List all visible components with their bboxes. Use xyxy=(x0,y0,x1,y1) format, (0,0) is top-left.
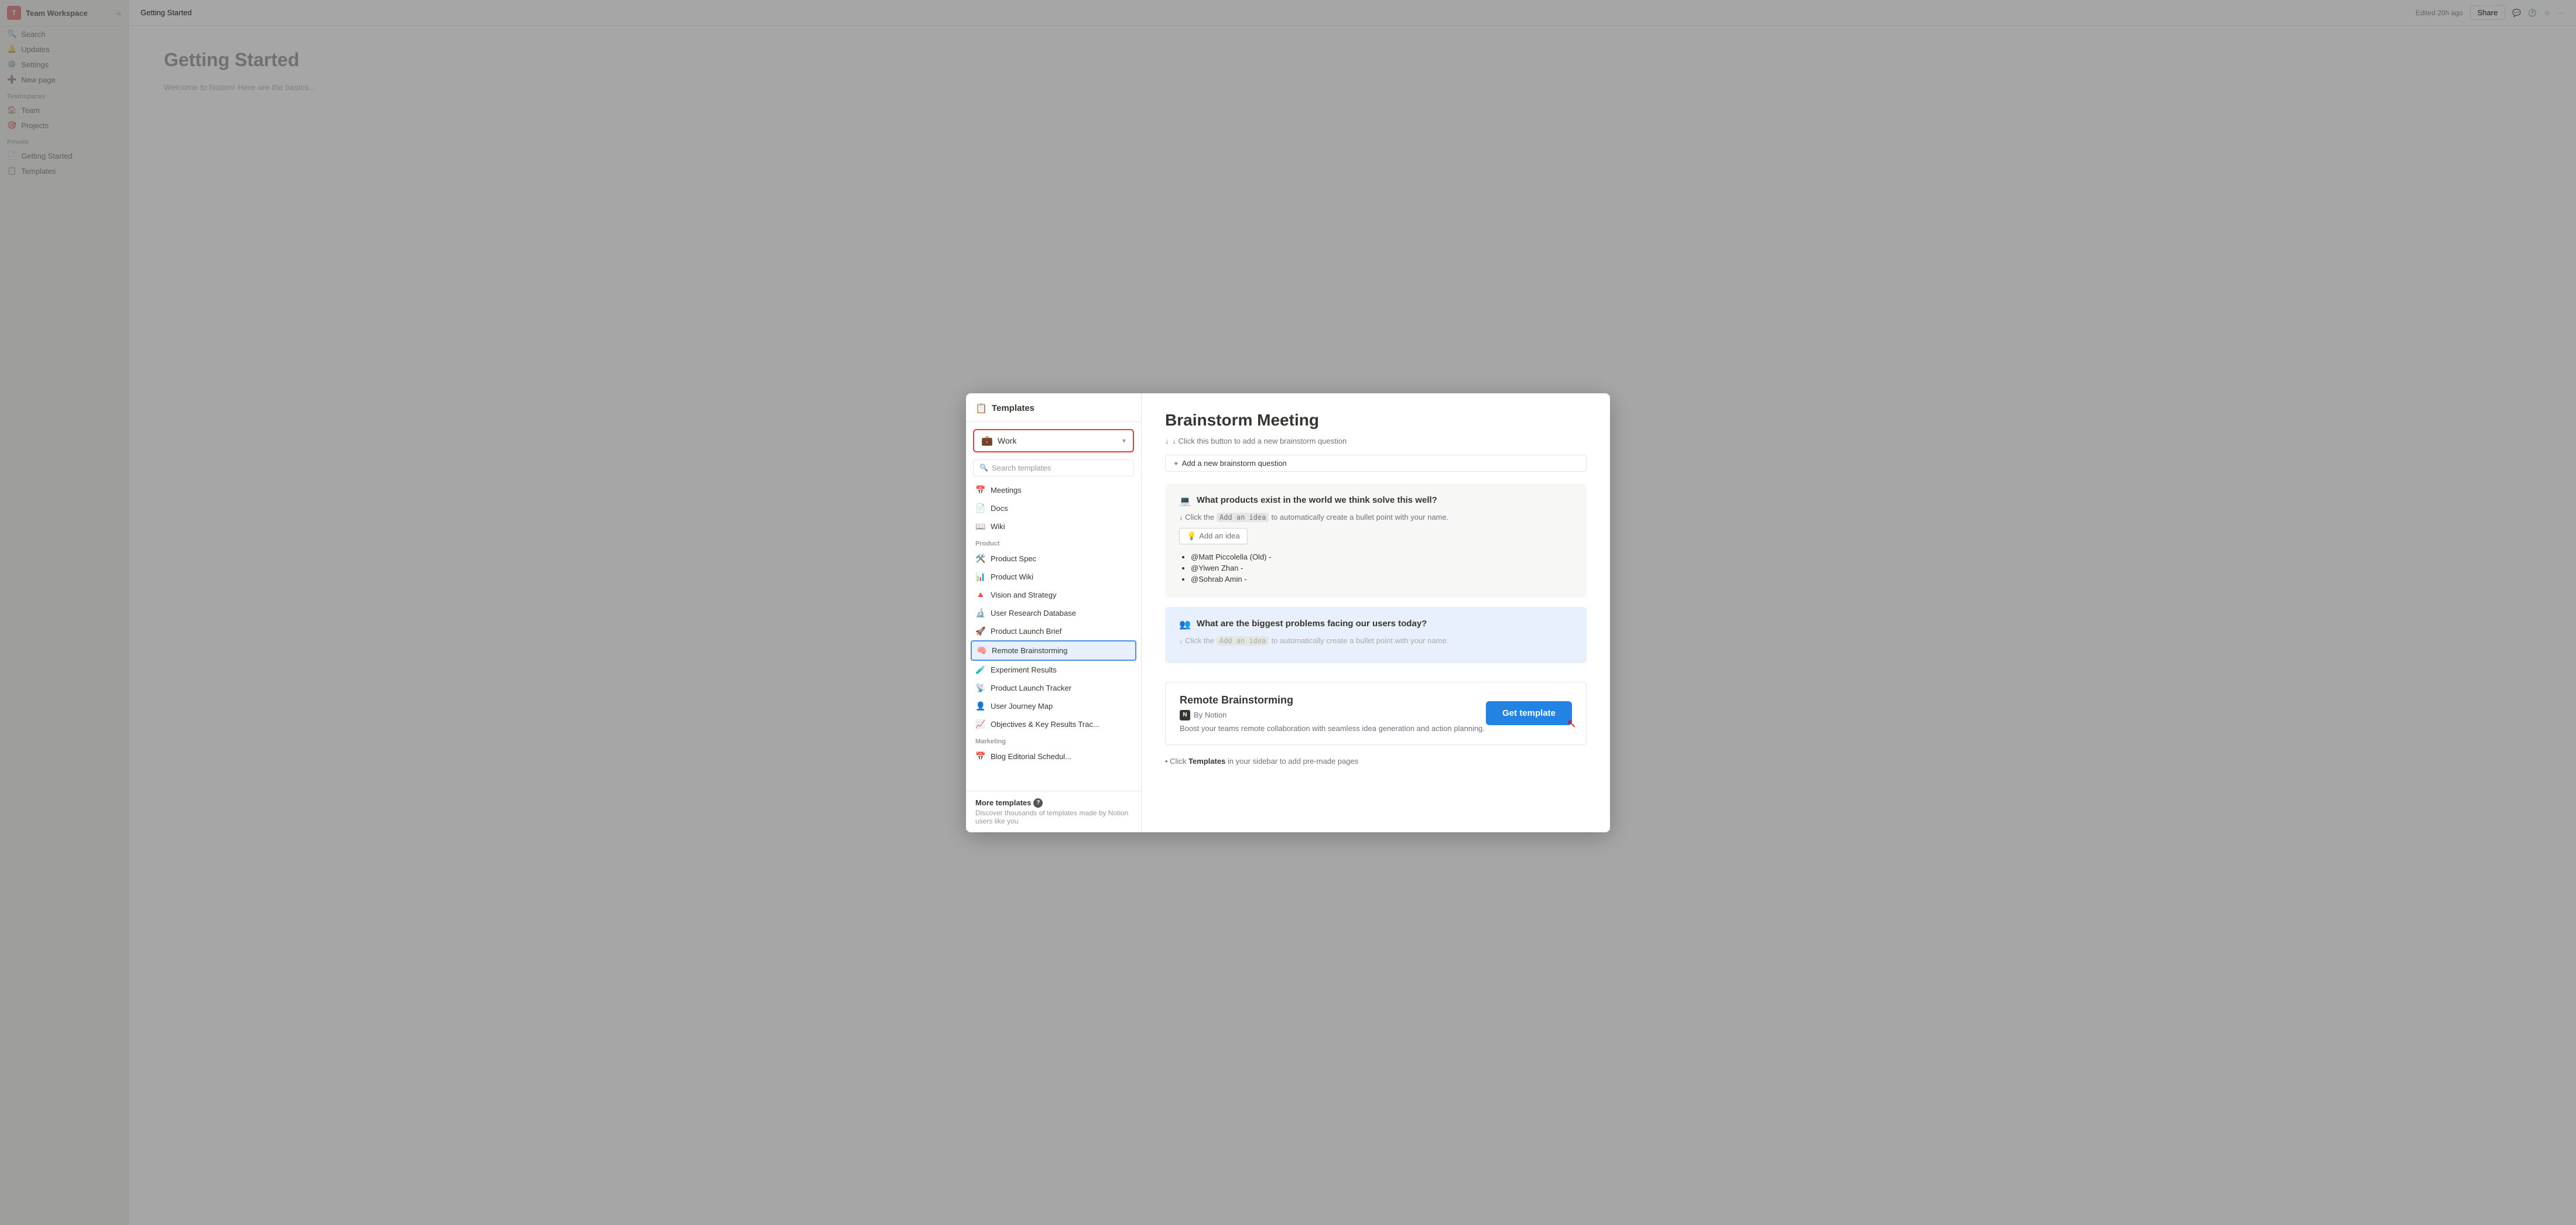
user-research-icon: 🔬 xyxy=(975,608,986,618)
work-icon: 💼 xyxy=(981,435,993,447)
template-info-name: Remote Brainstorming xyxy=(1180,694,1485,706)
search-icon: 🔍 xyxy=(979,464,988,472)
work-label: Work xyxy=(998,436,1118,445)
question-1-text: What products exist in the world we thin… xyxy=(1197,495,1573,505)
templates-modal: 📋 Templates 💼 Work ▾ 🔍 Search templates … xyxy=(966,393,1610,832)
template-info-left: Remote Brainstorming N By Notion Boost y… xyxy=(1180,694,1485,733)
bullet-list-1: @Matt Piccolella (Old) - @Yiwen Zhan - @… xyxy=(1179,553,1573,584)
product-category-label: Product xyxy=(971,536,1136,550)
user-journey-icon: 👤 xyxy=(975,701,986,711)
template-by: N By Notion xyxy=(1180,710,1485,720)
add-idea-code: Add an idea xyxy=(1217,513,1269,522)
template-item-docs[interactable]: 📄 Docs xyxy=(971,499,1136,517)
template-item-product-wiki[interactable]: 📊 Product Wiki xyxy=(971,568,1136,586)
meetings-icon: 📅 xyxy=(975,485,986,495)
question-1-header: 💻 What products exist in the world we th… xyxy=(1179,495,1573,507)
add-idea-button-1[interactable]: 💡 Add an idea xyxy=(1179,528,1248,544)
templates-sidebar: 📋 Templates 💼 Work ▾ 🔍 Search templates … xyxy=(966,393,1142,832)
notion-logo: N xyxy=(1180,710,1190,720)
template-item-label: Product Wiki xyxy=(991,572,1033,581)
blog-icon: 📅 xyxy=(975,752,986,761)
question-1-icon: 💻 xyxy=(1179,495,1191,507)
template-item-meetings[interactable]: 📅 Meetings xyxy=(971,481,1136,499)
product-wiki-icon: 📊 xyxy=(975,572,986,582)
question-1-instruction: ↓ Click the Add an idea to automatically… xyxy=(1179,513,1573,522)
template-item-user-journey[interactable]: 👤 User Journey Map xyxy=(971,697,1136,715)
template-search[interactable]: 🔍 Search templates xyxy=(973,459,1134,476)
brainstorming-icon: 🧠 xyxy=(977,646,987,656)
preview-title: Brainstorm Meeting xyxy=(1165,411,1587,430)
more-templates[interactable]: More templates ? Discover thousands of t… xyxy=(966,791,1141,832)
plus-icon: + xyxy=(1174,459,1179,468)
question-block-1: 💻 What products exist in the world we th… xyxy=(1165,483,1587,598)
add-brainstorm-button[interactable]: + Add a new brainstorm question xyxy=(1165,455,1587,472)
template-item-label: Product Launch Tracker xyxy=(991,684,1071,692)
work-dropdown[interactable]: 💼 Work ▾ xyxy=(973,429,1134,452)
template-item-launch-tracker[interactable]: 📡 Product Launch Tracker xyxy=(971,679,1136,697)
template-item-launch-brief[interactable]: 🚀 Product Launch Brief xyxy=(971,622,1136,640)
marketing-category-label: Marketing xyxy=(971,733,1136,747)
template-item-experiment[interactable]: 🧪 Experiment Results xyxy=(971,661,1136,679)
template-item-label: Meetings xyxy=(991,486,1022,495)
template-item-label: Experiment Results xyxy=(991,665,1057,674)
add-idea-code-2: Add an idea xyxy=(1217,636,1269,646)
template-item-label: Wiki xyxy=(991,522,1005,531)
bullet-item: @Matt Piccolella (Old) - xyxy=(1191,553,1573,561)
template-item-label: User Journey Map xyxy=(991,702,1053,711)
launch-tracker-icon: 📡 xyxy=(975,683,986,693)
template-item-brainstorming[interactable]: 🧠 Remote Brainstorming xyxy=(971,640,1136,661)
product-spec-icon: 🛠️ xyxy=(975,554,986,564)
template-item-label: Docs xyxy=(991,504,1008,513)
wiki-icon: 📖 xyxy=(975,521,986,531)
template-item-wiki[interactable]: 📖 Wiki xyxy=(971,517,1136,536)
template-item-label: Product Launch Brief xyxy=(991,627,1061,636)
templates-header: 📋 Templates xyxy=(966,393,1141,422)
modal-overlay[interactable]: 📋 Templates 💼 Work ▾ 🔍 Search templates … xyxy=(0,0,2576,1225)
template-list: 📅 Meetings 📄 Docs 📖 Wiki Product 🛠️ Prod… xyxy=(966,481,1141,791)
get-template-button[interactable]: Get template xyxy=(1486,701,1572,725)
question-2-text: What are the biggest problems facing our… xyxy=(1197,619,1573,629)
question-block-2: 👥 What are the biggest problems facing o… xyxy=(1165,607,1587,663)
template-item-product-spec[interactable]: 🛠️ Product Spec xyxy=(971,550,1136,568)
template-desc: Boost your teams remote collaboration wi… xyxy=(1180,724,1485,733)
vision-icon: 🔺 xyxy=(975,590,986,600)
templates-header-title: Templates xyxy=(992,403,1034,413)
info-circle-icon: ? xyxy=(1033,798,1043,808)
launch-brief-icon: 🚀 xyxy=(975,626,986,636)
template-item-label: Objectives & Key Results Trac... xyxy=(991,720,1099,729)
template-item-label: Product Spec xyxy=(991,554,1036,563)
more-templates-desc: Discover thousands of templates made by … xyxy=(975,809,1132,825)
template-item-okr[interactable]: 📈 Objectives & Key Results Trac... xyxy=(971,715,1136,733)
templates-header-icon: 📋 xyxy=(975,403,987,414)
arrow-down-icon: ↓ xyxy=(1165,437,1169,445)
template-item-blog[interactable]: 📅 Blog Editorial Schedul... xyxy=(971,747,1136,766)
docs-icon: 📄 xyxy=(975,503,986,513)
bullet-item: @Sohrab Amin - xyxy=(1191,575,1573,584)
template-item-label: Remote Brainstorming xyxy=(992,646,1067,655)
template-item-label: Blog Editorial Schedul... xyxy=(991,752,1071,761)
question-2-header: 👥 What are the biggest problems facing o… xyxy=(1179,619,1573,630)
more-templates-title: More templates ? xyxy=(975,798,1132,808)
question-2-instruction: ↓ Click the Add an idea to automatically… xyxy=(1179,636,1573,646)
template-item-vision-strategy[interactable]: 🔺 Vision and Strategy xyxy=(971,586,1136,604)
template-preview: Brainstorm Meeting ↓ ↓ Click this button… xyxy=(1142,393,1610,832)
hint-bold: Templates xyxy=(1188,757,1225,766)
experiment-icon: 🧪 xyxy=(975,665,986,675)
bottom-hint: • Click Templates in your sidebar to add… xyxy=(1165,757,1587,766)
template-item-label: User Research Database xyxy=(991,609,1076,617)
template-item-user-research[interactable]: 🔬 User Research Database xyxy=(971,604,1136,622)
preview-instruction: ↓ ↓ Click this button to add a new brain… xyxy=(1165,437,1587,445)
chevron-down-icon: ▾ xyxy=(1122,437,1126,445)
question-2-icon: 👥 xyxy=(1179,619,1191,630)
search-input[interactable]: Search templates xyxy=(992,464,1051,472)
lightbulb-icon: 💡 xyxy=(1187,531,1196,541)
template-item-label: Vision and Strategy xyxy=(991,591,1057,599)
template-info-bar: Remote Brainstorming N By Notion Boost y… xyxy=(1165,682,1587,745)
okr-icon: 📈 xyxy=(975,719,986,729)
get-template-wrapper: Get template ↖ xyxy=(1486,701,1572,725)
bullet-item: @Yiwen Zhan - xyxy=(1191,564,1573,572)
